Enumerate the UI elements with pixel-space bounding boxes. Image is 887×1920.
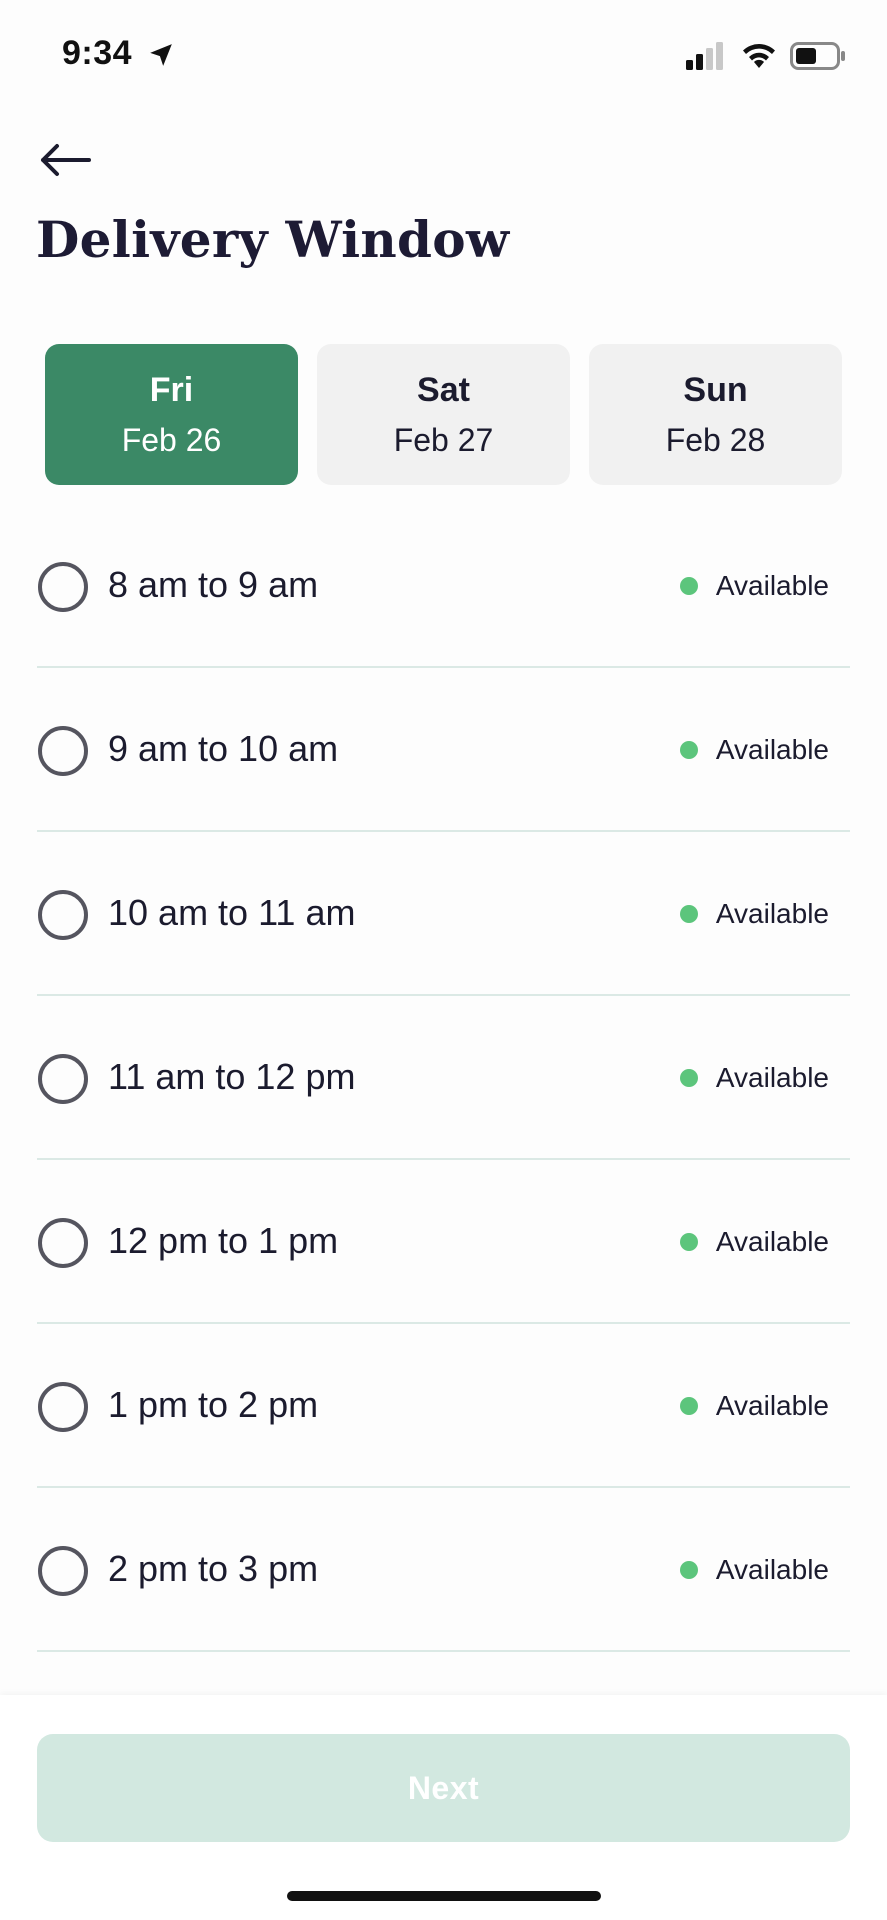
- next-button-label: Next: [407, 1769, 480, 1806]
- arrow-left-icon: [41, 144, 91, 176]
- date-tab-day: Sat: [417, 370, 470, 409]
- availability-status: Available: [679, 734, 829, 766]
- availability-text: Available: [715, 734, 829, 765]
- date-tab-fri[interactable]: Fri Feb 26: [45, 344, 298, 485]
- back-button[interactable]: [30, 130, 100, 190]
- time-slot-label: 11 am to 12 pm: [108, 1056, 356, 1097]
- availability-status: Available: [679, 898, 829, 930]
- time-slot[interactable]: 11 am to 12 pm Available: [0, 996, 887, 1160]
- availability-text: Available: [715, 898, 829, 929]
- availability-text: Available: [715, 1554, 829, 1585]
- radio-button[interactable]: [38, 890, 88, 940]
- date-tab-sat[interactable]: Sat Feb 27: [317, 344, 570, 485]
- next-button[interactable]: Next: [37, 1734, 850, 1842]
- availability-status: Available: [679, 1062, 829, 1094]
- time-slot[interactable]: 9 am to 10 am Available: [0, 668, 887, 832]
- date-tab-date: Feb 27: [393, 421, 494, 458]
- availability-status: Available: [679, 1226, 829, 1258]
- time-slot[interactable]: 10 am to 11 am Available: [0, 832, 887, 996]
- radio-button[interactable]: [38, 1054, 88, 1104]
- time-slot-label: 12 pm to 1 pm: [108, 1220, 339, 1261]
- signal-icon: [686, 42, 723, 70]
- home-indicator[interactable]: [287, 1891, 601, 1901]
- time-slot-label: 8 am to 9 am: [108, 564, 319, 605]
- availability-status: Available: [679, 1390, 829, 1422]
- radio-button[interactable]: [38, 1218, 88, 1268]
- time-slot-label: 9 am to 10 am: [108, 728, 339, 769]
- divider: [37, 1650, 850, 1652]
- availability-status: Available: [679, 570, 829, 602]
- screen: 9:34 Delivery Window Fri Feb 26 Sat Feb …: [0, 0, 887, 1920]
- available-dot-icon: [679, 577, 698, 595]
- date-tab-date: Feb 28: [665, 421, 766, 458]
- date-tab-day: Sun: [683, 370, 748, 409]
- available-dot-icon: [679, 1561, 698, 1579]
- radio-button[interactable]: [38, 1382, 88, 1432]
- date-tab-date: Feb 26: [121, 421, 222, 458]
- availability-text: Available: [715, 1062, 829, 1093]
- bottom-bar: Next: [0, 1695, 887, 1920]
- date-tab-sun[interactable]: Sun Feb 28: [589, 344, 842, 485]
- available-dot-icon: [679, 741, 698, 759]
- time-slot-label: 1 pm to 2 pm: [108, 1384, 319, 1425]
- available-dot-icon: [679, 1233, 698, 1251]
- availability-text: Available: [715, 1226, 829, 1257]
- wifi-icon: [743, 44, 775, 68]
- location-arrow-icon: [150, 44, 172, 66]
- page-title: Delivery Window: [36, 210, 510, 269]
- time-slot[interactable]: 12 pm to 1 pm Available: [0, 1160, 887, 1324]
- time-slot[interactable]: 8 am to 9 am Available: [0, 504, 887, 668]
- available-dot-icon: [679, 1397, 698, 1415]
- time-slot-list: 8 am to 9 am Available 9 am to 10 am Ava…: [0, 504, 887, 1652]
- radio-button[interactable]: [38, 1546, 88, 1596]
- time-slot-label: 2 pm to 3 pm: [108, 1548, 319, 1589]
- time-slot-label: 10 am to 11 am: [108, 892, 356, 933]
- date-tabs: Fri Feb 26 Sat Feb 27 Sun Feb 28: [45, 344, 842, 485]
- radio-button[interactable]: [38, 562, 88, 612]
- time-slot[interactable]: 2 pm to 3 pm Available: [0, 1488, 887, 1652]
- available-dot-icon: [679, 1069, 698, 1087]
- status-bar: 9:34: [0, 0, 887, 110]
- status-time: 9:34: [62, 34, 133, 72]
- battery-icon: [790, 42, 845, 70]
- availability-text: Available: [715, 570, 829, 601]
- availability-status: Available: [679, 1554, 829, 1586]
- time-slot[interactable]: 1 pm to 2 pm Available: [0, 1324, 887, 1488]
- availability-text: Available: [715, 1390, 829, 1421]
- date-tab-day: Fri: [149, 370, 194, 409]
- available-dot-icon: [679, 905, 698, 923]
- radio-button[interactable]: [38, 726, 88, 776]
